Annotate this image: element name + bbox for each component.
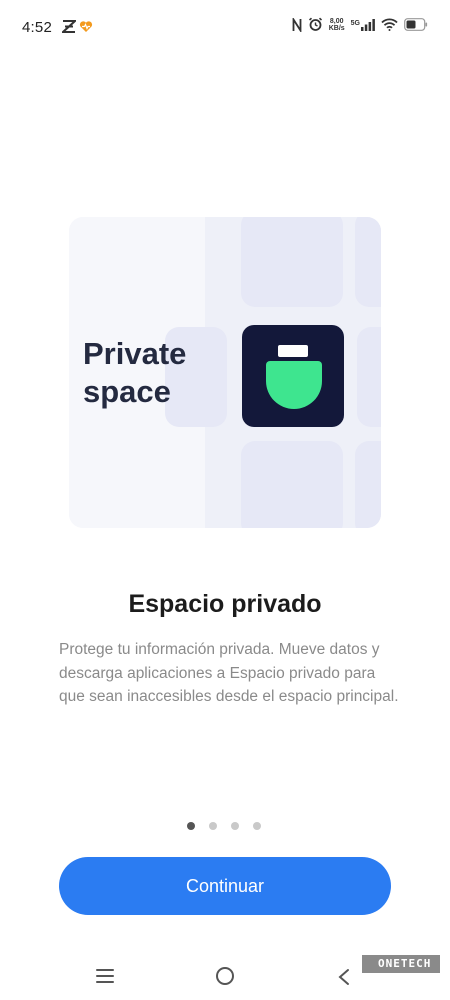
tile bbox=[241, 441, 343, 528]
status-left-icons bbox=[62, 20, 93, 33]
page-title: Espacio privado bbox=[128, 590, 322, 618]
page-dot-active bbox=[187, 822, 195, 830]
nfc-icon bbox=[292, 17, 302, 32]
page-dot bbox=[253, 822, 261, 830]
hero-title-line2: space bbox=[83, 374, 171, 409]
back-icon[interactable] bbox=[336, 968, 352, 986]
speed-unit: KB/s bbox=[328, 24, 345, 32]
heart-app-icon bbox=[79, 21, 93, 32]
pagination-dots bbox=[187, 822, 261, 830]
page-dot bbox=[209, 822, 217, 830]
speed-value: 8,00 bbox=[329, 17, 344, 25]
battery-icon bbox=[404, 18, 428, 31]
private-space-icon bbox=[242, 325, 344, 427]
notification-app-icon bbox=[62, 20, 76, 33]
network-type: 5G bbox=[350, 19, 360, 27]
page-description: Protege tu información privada. Mueve da… bbox=[59, 641, 399, 705]
alarm-icon bbox=[308, 17, 322, 31]
menu-icon[interactable] bbox=[96, 969, 114, 983]
signal-icon bbox=[361, 18, 375, 31]
icon-lid bbox=[278, 345, 308, 357]
status-right-icons: 8,00 KB/s 5G bbox=[292, 17, 428, 32]
page-dot bbox=[231, 822, 239, 830]
wifi-icon bbox=[381, 18, 398, 31]
watermark-logo: ONETECH bbox=[362, 955, 440, 973]
hero-illustration: Private space bbox=[69, 217, 381, 528]
status-bar: 4:52 8,00 KB/s 5G bbox=[0, 0, 450, 56]
cell-signal: 5G bbox=[350, 18, 375, 31]
hero-title-line1: Private bbox=[83, 336, 187, 371]
tile bbox=[355, 441, 381, 528]
tile bbox=[355, 217, 381, 307]
tile bbox=[241, 217, 343, 307]
network-speed: 8,00 KB/s bbox=[329, 18, 345, 32]
continue-button[interactable]: Continuar bbox=[59, 857, 391, 915]
home-icon[interactable] bbox=[216, 967, 234, 985]
icon-body bbox=[266, 361, 322, 409]
hero-title: Private space bbox=[83, 335, 186, 411]
tile bbox=[357, 327, 381, 427]
status-time: 4:52 bbox=[22, 19, 52, 36]
